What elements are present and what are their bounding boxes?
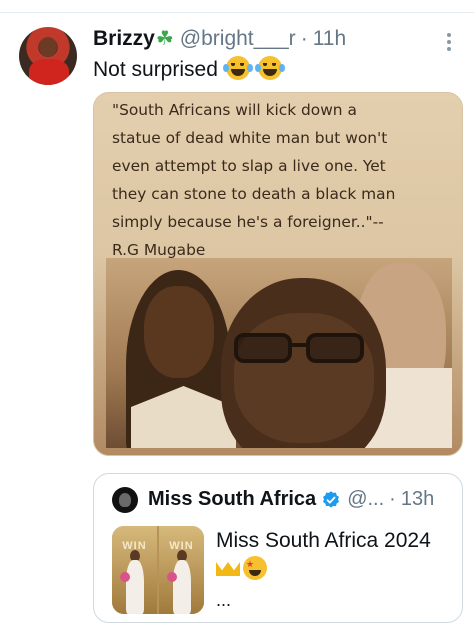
- quoted-timestamp[interactable]: 13h: [401, 488, 434, 511]
- photo-figure-left-face: [144, 286, 214, 378]
- quoted-ellipsis: ...: [216, 590, 232, 610]
- tweet-timestamp[interactable]: 11h: [313, 27, 346, 51]
- user-avatar[interactable]: [19, 27, 77, 85]
- tweet-media-image[interactable]: "South Africans will kick down a statue …: [93, 92, 463, 456]
- photo-glasses: [234, 333, 374, 367]
- face-with-tears-of-joy-icon: [254, 56, 282, 80]
- quoted-separator-dot: ·: [389, 488, 396, 510]
- user-handle[interactable]: @bright___r: [180, 27, 296, 51]
- quoted-media-thumbnail[interactable]: WIN WIN: [112, 526, 204, 614]
- face-with-tears-of-joy-icon: [222, 56, 250, 80]
- verified-badge-icon: [323, 490, 340, 508]
- image-quote-text: "South Africans will kick down a statue …: [112, 101, 396, 259]
- quoted-tweet-card[interactable]: Miss South Africa @... · 13h WIN WIN Mis…: [93, 473, 463, 623]
- separator-dot: ·: [300, 27, 308, 50]
- quoted-tweet-text: Miss South Africa 2024: [216, 529, 431, 552]
- quoted-emojis: [216, 556, 267, 580]
- top-divider: [0, 12, 474, 13]
- avatar-body: [29, 59, 69, 85]
- tweet-text: Not surprised: [93, 56, 282, 82]
- avatar-face: [39, 37, 57, 57]
- display-name[interactable]: Brizzy: [93, 27, 155, 51]
- quoted-avatar[interactable]: [112, 487, 138, 513]
- shamrock-icon: ☘: [155, 28, 174, 50]
- crown-icon: [216, 556, 240, 576]
- thumbnail-panel-right: WIN: [159, 526, 204, 614]
- quoted-handle[interactable]: @...: [347, 488, 384, 511]
- tweet-text-content: Not surprised: [93, 58, 218, 81]
- more-options-icon[interactable]: [443, 30, 455, 54]
- quoted-tweet-header: Miss South Africa @... · 13h: [148, 488, 434, 511]
- star-struck-icon: [243, 556, 267, 580]
- tweet-header: Brizzy ☘ @bright___r · 11h: [93, 26, 346, 52]
- thumbnail-panel-left: WIN: [112, 526, 157, 614]
- image-photo: [106, 258, 452, 448]
- quoted-display-name[interactable]: Miss South Africa: [148, 488, 316, 511]
